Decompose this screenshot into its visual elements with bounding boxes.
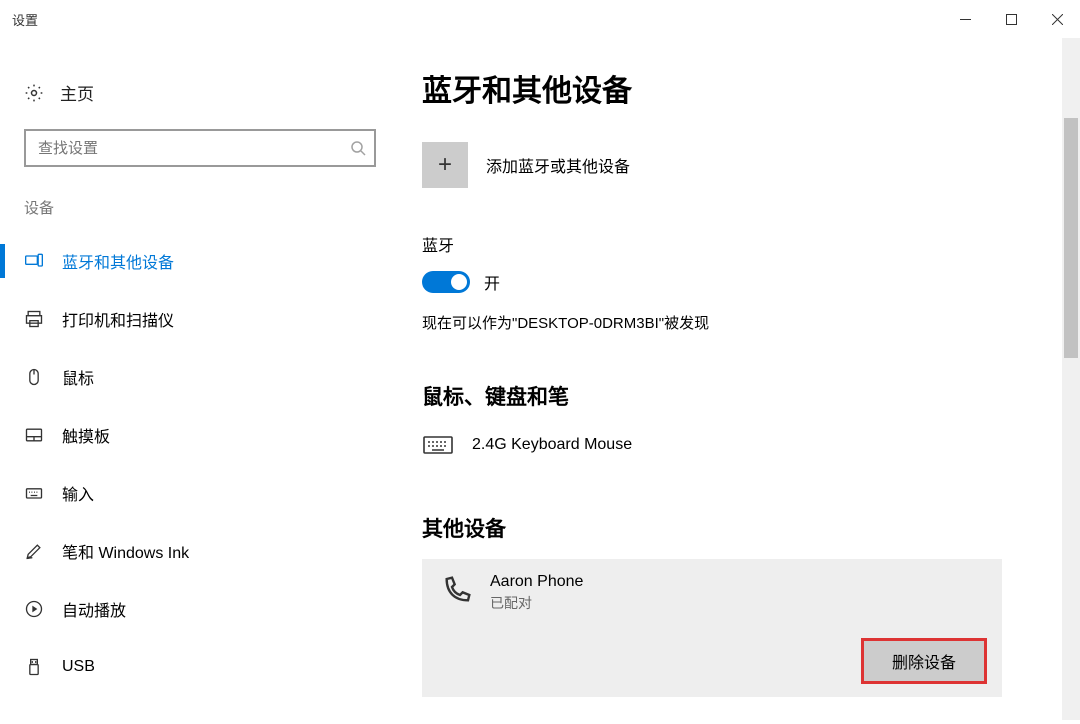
gear-icon <box>24 83 44 103</box>
keyboard-icon <box>24 483 44 503</box>
main-panel: 蓝牙和其他设备 + 添加蓝牙或其他设备 蓝牙 开 现在可以作为"DESKTOP-… <box>380 38 1080 724</box>
printer-icon <box>24 309 44 329</box>
nav-label: 输入 <box>62 481 94 505</box>
window-title: 设置 <box>12 10 38 29</box>
bluetooth-label: 蓝牙 <box>422 232 1080 256</box>
nav-printers[interactable]: 打印机和扫描仪 <box>0 290 380 348</box>
nav-label: 打印机和扫描仪 <box>62 307 174 331</box>
nav-label: 蓝牙和其他设备 <box>62 249 174 273</box>
bluetooth-toggle[interactable] <box>422 271 470 293</box>
section-mouse-keyboard: 鼠标、键盘和笔 <box>422 381 1080 411</box>
nav-label: 鼠标 <box>62 365 94 389</box>
scrollbar[interactable] <box>1062 38 1080 720</box>
nav-group-label: 设备 <box>0 197 380 232</box>
section-other-devices: 其他设备 <box>422 513 1080 543</box>
scrollbar-thumb[interactable] <box>1064 118 1078 358</box>
search-icon <box>350 140 366 156</box>
close-button[interactable] <box>1034 3 1080 35</box>
maximize-button[interactable] <box>988 3 1034 35</box>
nav-label: USB <box>62 658 95 676</box>
nav-label: 自动播放 <box>62 597 126 621</box>
nav-label: 触摸板 <box>62 423 110 447</box>
device-aaron-phone[interactable]: Aaron Phone 已配对 删除设备 <box>422 559 1002 697</box>
title-bar: 设置 <box>0 0 1080 38</box>
home-label: 主页 <box>60 80 94 105</box>
bluetooth-devices-icon <box>24 251 44 271</box>
discoverable-text: 现在可以作为"DESKTOP-0DRM3BI"被发现 <box>422 312 1080 333</box>
search-box[interactable] <box>24 129 376 167</box>
autoplay-icon <box>24 599 44 619</box>
usb-icon <box>24 657 44 677</box>
nav-usb[interactable]: USB <box>0 638 380 696</box>
pen-icon <box>24 541 44 561</box>
device-name: 2.4G Keyboard Mouse <box>472 436 632 454</box>
window-controls <box>942 3 1080 35</box>
minimize-button[interactable] <box>942 3 988 35</box>
nav-pen[interactable]: 笔和 Windows Ink <box>0 522 380 580</box>
mouse-icon <box>24 367 44 387</box>
keyboard-icon <box>422 433 454 457</box>
remove-device-button[interactable]: 删除设备 <box>864 641 984 681</box>
search-input[interactable] <box>38 140 350 157</box>
nav-autoplay[interactable]: 自动播放 <box>0 580 380 638</box>
selected-device-status: 已配对 <box>490 593 583 613</box>
phone-icon <box>440 575 472 607</box>
home-link[interactable]: 主页 <box>0 80 380 129</box>
nav-mouse[interactable]: 鼠标 <box>0 348 380 406</box>
selected-device-name: Aaron Phone <box>490 573 583 591</box>
page-title: 蓝牙和其他设备 <box>422 66 1080 110</box>
plus-icon: + <box>422 142 468 188</box>
nav-touchpad[interactable]: 触摸板 <box>0 406 380 464</box>
add-device-label: 添加蓝牙或其他设备 <box>486 153 630 177</box>
nav-label: 笔和 Windows Ink <box>62 539 189 563</box>
touchpad-icon <box>24 425 44 445</box>
nav-typing[interactable]: 输入 <box>0 464 380 522</box>
device-keyboard-mouse[interactable]: 2.4G Keyboard Mouse <box>422 427 1080 463</box>
nav-bluetooth[interactable]: 蓝牙和其他设备 <box>0 232 380 290</box>
add-device-row[interactable]: + 添加蓝牙或其他设备 <box>422 142 1080 188</box>
sidebar: 主页 设备 蓝牙和其他设备 打印机和扫描仪 鼠标 <box>0 38 380 724</box>
toggle-state-label: 开 <box>484 270 500 294</box>
